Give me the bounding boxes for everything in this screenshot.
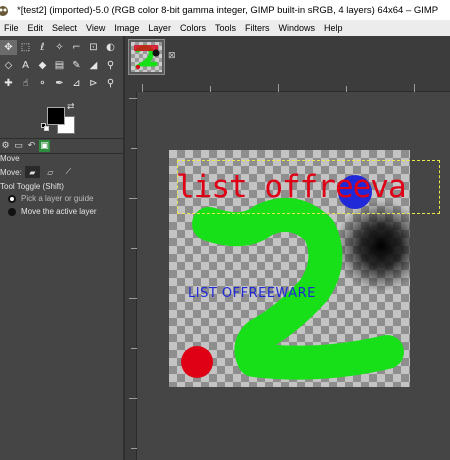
free-select-tool-icon[interactable]: ℓ (34, 40, 51, 55)
swap-colors-icon[interactable]: ⇄ (67, 102, 75, 112)
dock-tabs: ⚙ ▭ ↶ ▣ (0, 140, 50, 154)
menu-help[interactable]: Help (320, 23, 348, 33)
tool-options-title: Move (0, 154, 20, 163)
move-active-layer-option[interactable]: Move the active layer (8, 207, 97, 216)
pick-layer-label: Pick a layer or guide (21, 194, 94, 203)
menubar: File Edit Select View Image Layer Colors… (0, 20, 450, 36)
text-tool-icon[interactable]: A (17, 58, 34, 73)
warp-transform-tool-icon[interactable]: ◐ (102, 40, 119, 55)
ruler-tick (129, 98, 137, 99)
menu-select[interactable]: Select (48, 23, 82, 33)
ruler-tick (131, 248, 137, 249)
image-tab-thumbnail[interactable] (128, 39, 165, 75)
dodge-burn-tool-icon[interactable]: ⚬ (34, 76, 51, 91)
tool-options-tab-icon[interactable]: ⚙ (0, 140, 11, 152)
move-layer-icon[interactable]: ▰ (24, 166, 40, 178)
ruler-tick (210, 86, 211, 92)
ruler-tick (131, 348, 137, 349)
menu-layer[interactable]: Layer (144, 23, 176, 33)
ruler-corner[interactable] (125, 80, 140, 92)
ruler-tick (131, 148, 137, 149)
rect-select-tool-icon[interactable]: ⬚ (17, 40, 34, 55)
menu-colors[interactable]: Colors (176, 23, 211, 33)
ruler-tick (414, 84, 415, 92)
move-selection-icon[interactable]: ▱ (43, 166, 58, 178)
heal-tool-icon[interactable]: ✚ (0, 76, 17, 91)
tool-grid: ✥ ⬚ ℓ ✧ ⌐ ⊡ ◐ ◇ A ◆ ▤ ✎ ◢ ⚲ ✚ ☝ ⚬ ✒ ⊿ ⊳ … (0, 40, 124, 91)
crop-tool-icon[interactable]: ⌐ (68, 40, 85, 55)
ruler-tick (278, 84, 279, 92)
vertical-ruler[interactable] (125, 92, 137, 460)
menu-windows[interactable]: Windows (274, 23, 320, 33)
fuzzy-select-tool-icon[interactable]: ✧ (51, 40, 68, 55)
move-tool-icon[interactable]: ✥ (0, 40, 17, 55)
paths-tool-icon[interactable]: ✒ (51, 76, 68, 91)
device-status-tab-icon[interactable]: ▭ (13, 140, 24, 152)
thumbnail-art (133, 44, 160, 69)
ruler-tick (129, 398, 137, 399)
undo-history-tab-icon[interactable]: ↶ (26, 140, 37, 152)
move-active-layer-label: Move the active layer (21, 207, 97, 216)
clone-tool-icon[interactable]: ⚲ (102, 58, 119, 73)
radio-pick-layer[interactable] (8, 194, 16, 203)
ruler-tick (131, 448, 137, 449)
zoom-tool-icon[interactable]: ⚲ (102, 76, 119, 91)
menu-image[interactable]: Image (110, 23, 144, 33)
move-mode-row: Move: ▰ ▱ ⟋ (0, 166, 76, 178)
menu-tools[interactable]: Tools (211, 23, 241, 33)
move-path-icon[interactable]: ⟋ (61, 166, 76, 178)
color-swatches: ⇄ (40, 101, 80, 136)
move-mode-label: Move: (0, 167, 22, 177)
thumbnail-preview (131, 42, 162, 72)
blue-text-layer: LIST OFFREEWARE (188, 286, 316, 301)
ruler-tick (142, 84, 143, 92)
smudge-tool-icon[interactable]: ☝ (17, 76, 34, 91)
eraser-tool-icon[interactable]: ◢ (85, 58, 102, 73)
window-title: *[test2] (imported)-5.0 (RGB color 8-bit… (17, 4, 439, 16)
active-layer-boundary (177, 160, 440, 214)
menu-edit[interactable]: Edit (24, 23, 49, 33)
toolbox-panel: ✥ ⬚ ℓ ✧ ⌐ ⊡ ◐ ◇ A ◆ ▤ ✎ ◢ ⚲ ✚ ☝ ⚬ ✒ ⊿ ⊳ … (0, 36, 124, 460)
menu-view[interactable]: View (82, 23, 110, 33)
gradient-tool-icon[interactable]: ▤ (51, 58, 68, 73)
ruler-tick (346, 86, 347, 92)
measure-tool-icon[interactable]: ⊳ (85, 76, 102, 91)
title-bar: *[test2] (imported)-5.0 (RGB color 8-bit… (0, 0, 450, 20)
pick-layer-option[interactable]: Pick a layer or guide (8, 194, 93, 203)
menu-filters[interactable]: Filters (241, 23, 275, 33)
gimp-app-icon (0, 6, 8, 16)
cage-transform-tool-icon[interactable]: ◇ (0, 58, 17, 73)
close-tab-icon[interactable]: ⊠ (168, 51, 176, 61)
paintbrush-tool-icon[interactable]: ✎ (68, 58, 85, 73)
bucket-fill-tool-icon[interactable]: ◆ (34, 58, 51, 73)
image-tabs-bar: ⊠ (125, 36, 450, 80)
color-picker-tool-icon[interactable]: ⊿ (68, 76, 85, 91)
images-tab-icon[interactable]: ▣ (39, 140, 50, 152)
ruler-tick (129, 198, 137, 199)
tool-toggle-label: Tool Toggle (Shift) (0, 182, 64, 191)
radio-move-active[interactable] (8, 207, 16, 216)
divider (0, 138, 124, 139)
horizontal-ruler[interactable] (140, 80, 450, 92)
menu-file[interactable]: File (0, 23, 24, 33)
foreground-color-swatch[interactable] (47, 107, 65, 125)
ruler-tick (129, 298, 137, 299)
unified-transform-tool-icon[interactable]: ⊡ (85, 40, 102, 55)
